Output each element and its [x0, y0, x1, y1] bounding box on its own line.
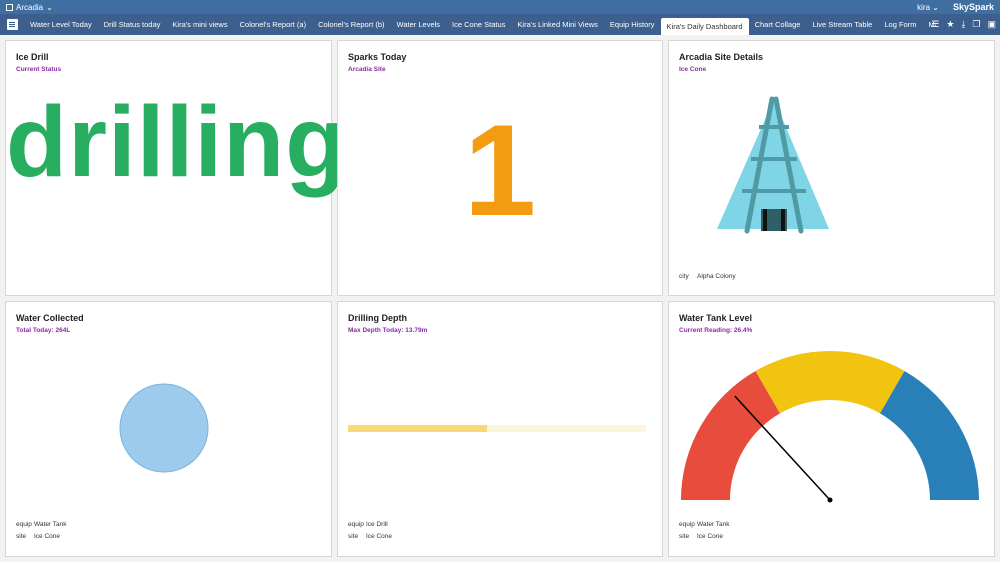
ice-cone-icon	[717, 96, 829, 234]
tab-chart-collage[interactable]: Chart Collage	[749, 14, 807, 35]
water-tank-level-panel: Water Tank Level Current Reading: 26.4% …	[668, 301, 995, 557]
panel-subtitle: Current Reading: 26.4%	[679, 327, 753, 334]
equip-meta: equip Ice Drill	[348, 521, 388, 528]
panel-subtitle: Current Status	[16, 66, 62, 73]
site-meta: site Ice Cone	[679, 533, 724, 540]
tab-colonel-s-report-a[interactable]: Colonel's Report (a)	[234, 14, 312, 35]
tab-drill-status-today[interactable]: Drill Status today	[98, 14, 167, 35]
star-icon[interactable]: ★	[946, 19, 954, 30]
tab-bar: Water Level Today Drill Status today Kira'…	[0, 14, 1000, 35]
project-selector[interactable]: Arcadia ⌄	[0, 3, 53, 12]
panel-title: Arcadia Site Details	[679, 52, 764, 62]
panel-subtitle: Total Today: 264L	[16, 327, 71, 334]
tab-kira-s-mini-views[interactable]: Kira's mini views	[166, 14, 233, 35]
site-city-meta: city Alpha Colony	[679, 273, 736, 280]
sparks-today-panel: Sparks Today Arcadia Site 1	[337, 40, 663, 296]
gauge-needle-pivot	[827, 497, 833, 503]
tab-ice-cone-status[interactable]: Ice Cone Status	[446, 14, 511, 35]
water-collected-panel: Water Collected Total Today: 264L equip W…	[5, 301, 332, 557]
site-details-panel: Arcadia Site Details Ice Cone city Alpha …	[668, 40, 995, 296]
tab-water-levels[interactable]: Water Levels	[391, 14, 447, 35]
download-icon[interactable]: ⤓	[961, 19, 965, 30]
drill-status-value: drilling	[6, 86, 348, 198]
panel-title: Ice Drill	[16, 52, 49, 62]
project-name: Arcadia	[16, 2, 44, 12]
panel-subtitle: Max Depth Today: 13.79m	[348, 327, 428, 334]
chevron-down-icon: ⌄	[46, 2, 53, 12]
equip-meta: equip Water Tank	[16, 521, 67, 528]
tab-colonel-s-report-b[interactable]: Colonel's Report (b)	[312, 14, 390, 35]
panel-title: Water Tank Level	[679, 313, 753, 323]
panel-title: Sparks Today	[348, 52, 407, 62]
depth-progress-fill	[348, 425, 487, 432]
equip-meta: equip Water Tank	[679, 521, 730, 528]
tab-live-stream-table[interactable]: Live Stream Table	[806, 14, 878, 35]
tab-kira-s-linked-mini-views[interactable]: Kira's Linked Mini Views	[511, 14, 604, 35]
list-icon[interactable]: ☰	[931, 19, 939, 30]
gauge-segment	[755, 351, 905, 414]
panel-subtitle: Ice Cone	[679, 66, 707, 73]
gauge-segment	[681, 370, 780, 500]
tab-equip-history[interactable]: Equip History	[604, 14, 661, 35]
user-menu[interactable]: kira ⌄	[917, 3, 939, 12]
panel-subtitle: Arcadia Site	[348, 66, 386, 73]
brand-logo: SkySpark	[952, 2, 994, 12]
tank-level-gauge	[681, 351, 979, 503]
menu-button[interactable]	[0, 14, 24, 35]
sparks-count-value: 1	[463, 97, 537, 243]
copy-icon[interactable]: ❐	[972, 19, 980, 30]
depth-progress-bar	[348, 425, 646, 432]
window-icon[interactable]: ▣	[987, 19, 996, 30]
drilling-depth-panel: Drilling Depth Max Depth Today: 13.79m e…	[337, 301, 663, 557]
gauge-segment	[880, 370, 979, 500]
tab-log-form[interactable]: Log Form	[878, 14, 922, 35]
ice-drill-panel: Ice Drill Current Status drilling	[5, 40, 348, 296]
app-grid-icon	[6, 3, 13, 11]
site-meta: site Ice Cone	[348, 533, 393, 540]
top-bar: Arcadia ⌄ kira ⌄ SkySpark	[0, 0, 1000, 14]
panel-title: Drilling Depth	[348, 313, 407, 323]
tab-kira-s-daily-dashboard[interactable]: Kira's Daily Dashboard	[660, 18, 749, 35]
tab-list: Water Level Today Drill Status today Kira'…	[24, 14, 936, 35]
menu-icon	[6, 19, 18, 30]
tab-water-level-today[interactable]: Water Level Today	[24, 14, 98, 35]
toolbar-icons: ☰ ★ ⤓ ❐ ▣	[931, 14, 996, 35]
panel-title: Water Collected	[16, 313, 84, 323]
water-circle-icon	[119, 383, 209, 473]
site-meta: site Ice Cone	[16, 533, 61, 540]
